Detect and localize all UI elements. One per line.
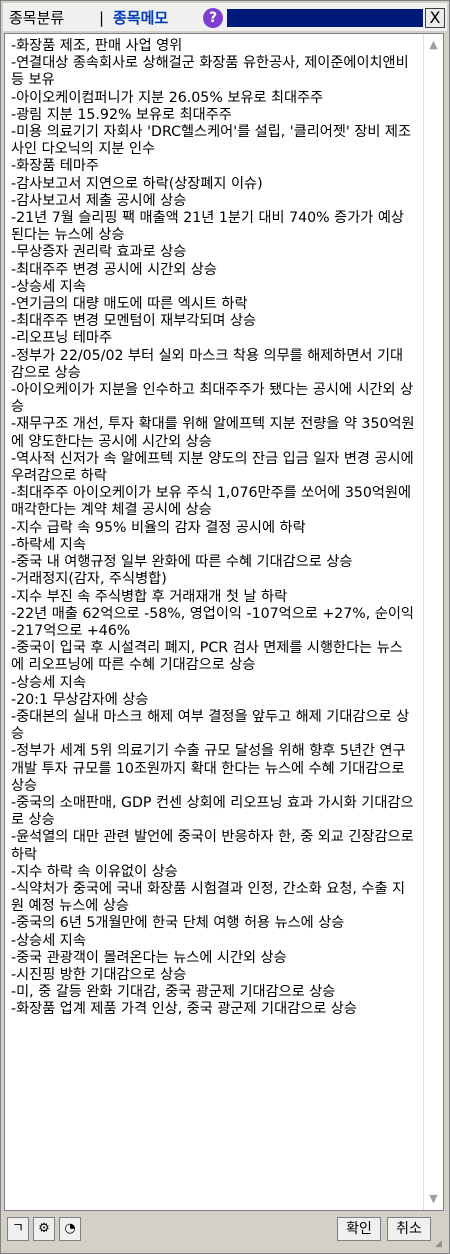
tab-separator: | (99, 9, 105, 27)
help-icon[interactable]: ? (203, 8, 223, 28)
scroll-down-arrow-icon[interactable]: ▼ (424, 1190, 443, 1208)
gear-icon[interactable]: ⚙ (33, 1217, 55, 1241)
scroll-up-arrow-icon[interactable]: ▲ (424, 36, 443, 54)
footer-toolbar: ㄱ ⚙ ◔ 확인 취소 ◢ (3, 1213, 447, 1251)
memo-textarea[interactable]: -화장품 제조, 판매 사업 영위 -연결대상 종속회사로 상해걸군 화장품 유… (4, 33, 444, 1211)
cancel-button[interactable]: 취소 (387, 1217, 431, 1241)
close-button[interactable]: X (425, 8, 445, 28)
memo-text[interactable]: -화장품 제조, 판매 사업 영위 -연결대상 종속회사로 상해걸군 화장품 유… (11, 38, 415, 1019)
resize-grip-icon[interactable]: ◢ (435, 1239, 445, 1249)
clock-icon[interactable]: ◔ (59, 1217, 81, 1241)
korean-input-icon[interactable]: ㄱ (7, 1217, 29, 1241)
ok-button[interactable]: 확인 (337, 1217, 381, 1241)
vertical-scrollbar[interactable]: ▲ ▼ (423, 34, 443, 1210)
tab-memo[interactable]: 종목메모 (113, 7, 168, 29)
title-highlight-bar (227, 9, 423, 27)
tab-classify[interactable]: 종목분류 (9, 7, 64, 29)
title-bar: 종목분류 | 종목메모 ? X (3, 3, 447, 31)
memo-window: 종목분류 | 종목메모 ? X -화장품 제조, 판매 사업 영위 -연결대상 … (0, 0, 450, 1254)
